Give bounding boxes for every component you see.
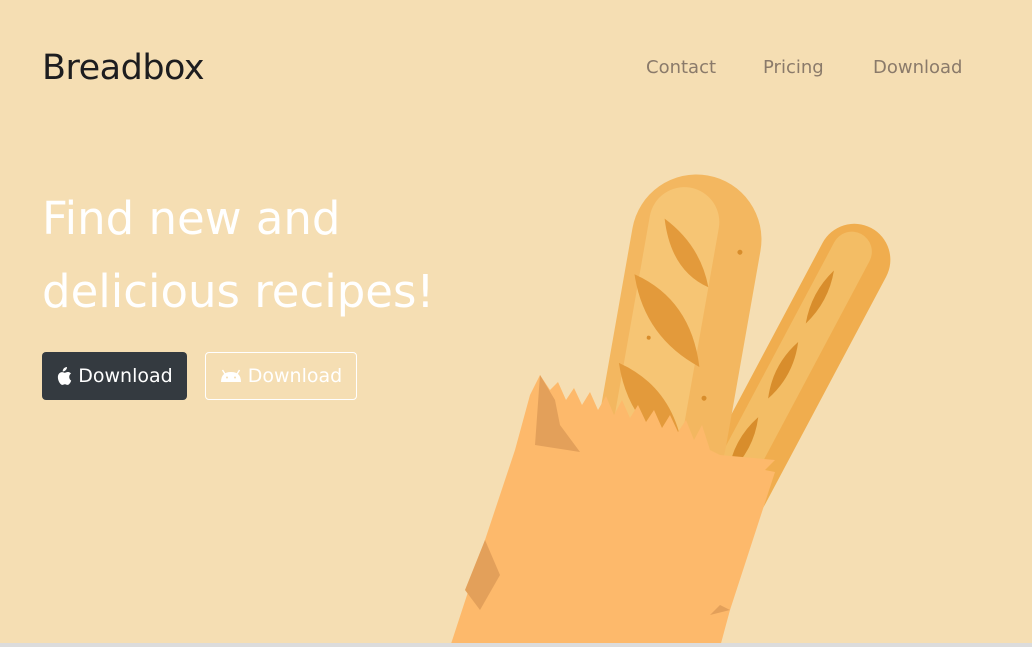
- bottom-scroll-edge: [0, 643, 1032, 647]
- bread-bag-illustration: [450, 174, 891, 647]
- hero-title-line-1: Find new and: [42, 192, 341, 245]
- nav-link-download[interactable]: Download: [873, 57, 962, 78]
- nav-link-pricing[interactable]: Pricing: [763, 57, 824, 78]
- android-icon: [220, 369, 242, 383]
- apple-icon: [56, 367, 72, 385]
- top-nav: Contact Pricing Download: [0, 57, 1032, 83]
- hero-title: Find new and delicious recipes!: [42, 182, 462, 328]
- nav-link-contact[interactable]: Contact: [646, 57, 716, 78]
- hero-title-line-2: delicious recipes!: [42, 265, 435, 318]
- download-android-button[interactable]: Download: [205, 352, 357, 400]
- download-ios-label: Download: [78, 365, 173, 387]
- landing-page: Breadbox Contact Pricing Download Find n…: [0, 0, 1032, 647]
- download-android-label: Download: [247, 365, 343, 387]
- download-ios-button[interactable]: Download: [42, 352, 187, 400]
